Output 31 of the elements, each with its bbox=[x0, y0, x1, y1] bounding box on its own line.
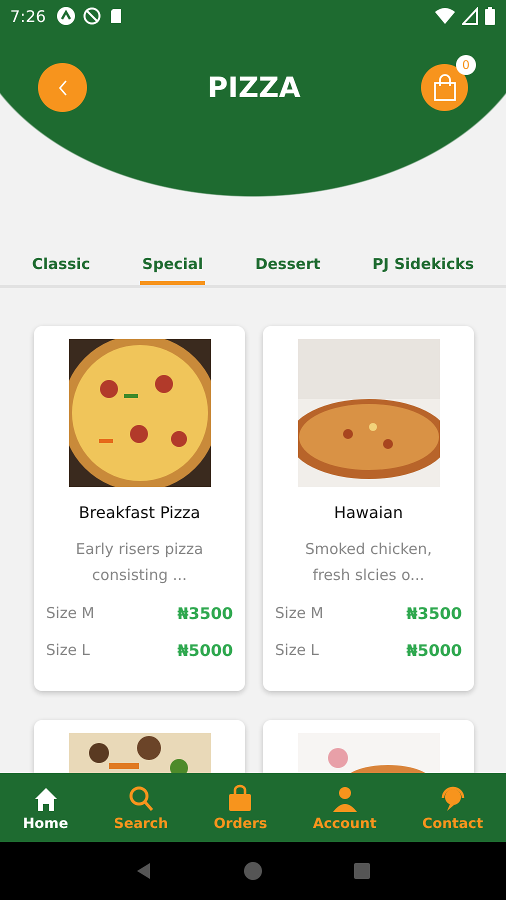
page-title: PIZZA bbox=[207, 71, 301, 104]
size-label: Size L bbox=[275, 641, 319, 660]
size-label: Size L bbox=[46, 641, 90, 660]
size-label: Size M bbox=[275, 604, 324, 623]
app-notification-icon bbox=[56, 6, 76, 26]
recents-square-icon[interactable] bbox=[352, 861, 372, 881]
product-card[interactable]: Hawaian Smoked chicken, fresh slcies o... Size M ₦3500 Size L ₦5000 bbox=[263, 326, 474, 691]
bag-icon bbox=[432, 74, 458, 102]
product-description: Early risers pizza consisting ... bbox=[74, 539, 204, 586]
cart-count-badge: 0 bbox=[456, 55, 476, 75]
sync-off-icon bbox=[82, 6, 102, 26]
product-name: Breakfast Pizza bbox=[78, 503, 200, 522]
category-tab[interactable]: Classic bbox=[30, 255, 92, 285]
price-value: ₦3500 bbox=[177, 604, 233, 623]
status-time: 7:26 bbox=[10, 6, 46, 26]
price-value: ₦3500 bbox=[406, 604, 462, 623]
size-label: Size M bbox=[46, 604, 95, 623]
price-value: ₦5000 bbox=[177, 641, 233, 660]
signal-icon bbox=[462, 7, 478, 25]
home-circle-icon[interactable] bbox=[242, 861, 263, 881]
battery-icon bbox=[484, 6, 496, 26]
wifi-icon bbox=[434, 7, 456, 25]
product-card[interactable]: Breakfast Pizza Early risers pizza consisting ... Size M ₦3500 Size L ₦5000 bbox=[34, 326, 245, 691]
product-name: Hawaian bbox=[334, 503, 404, 522]
back-button[interactable] bbox=[38, 63, 87, 112]
category-tab[interactable]: Dessert bbox=[253, 255, 322, 285]
nav-item[interactable]: Home bbox=[22, 784, 68, 832]
price-value: ₦5000 bbox=[406, 641, 462, 660]
category-tab[interactable]: Special bbox=[140, 255, 206, 285]
product-description: Smoked chicken, fresh slcies o... bbox=[304, 539, 433, 586]
category-tab[interactable]: PJ Sidekicks bbox=[370, 255, 476, 285]
